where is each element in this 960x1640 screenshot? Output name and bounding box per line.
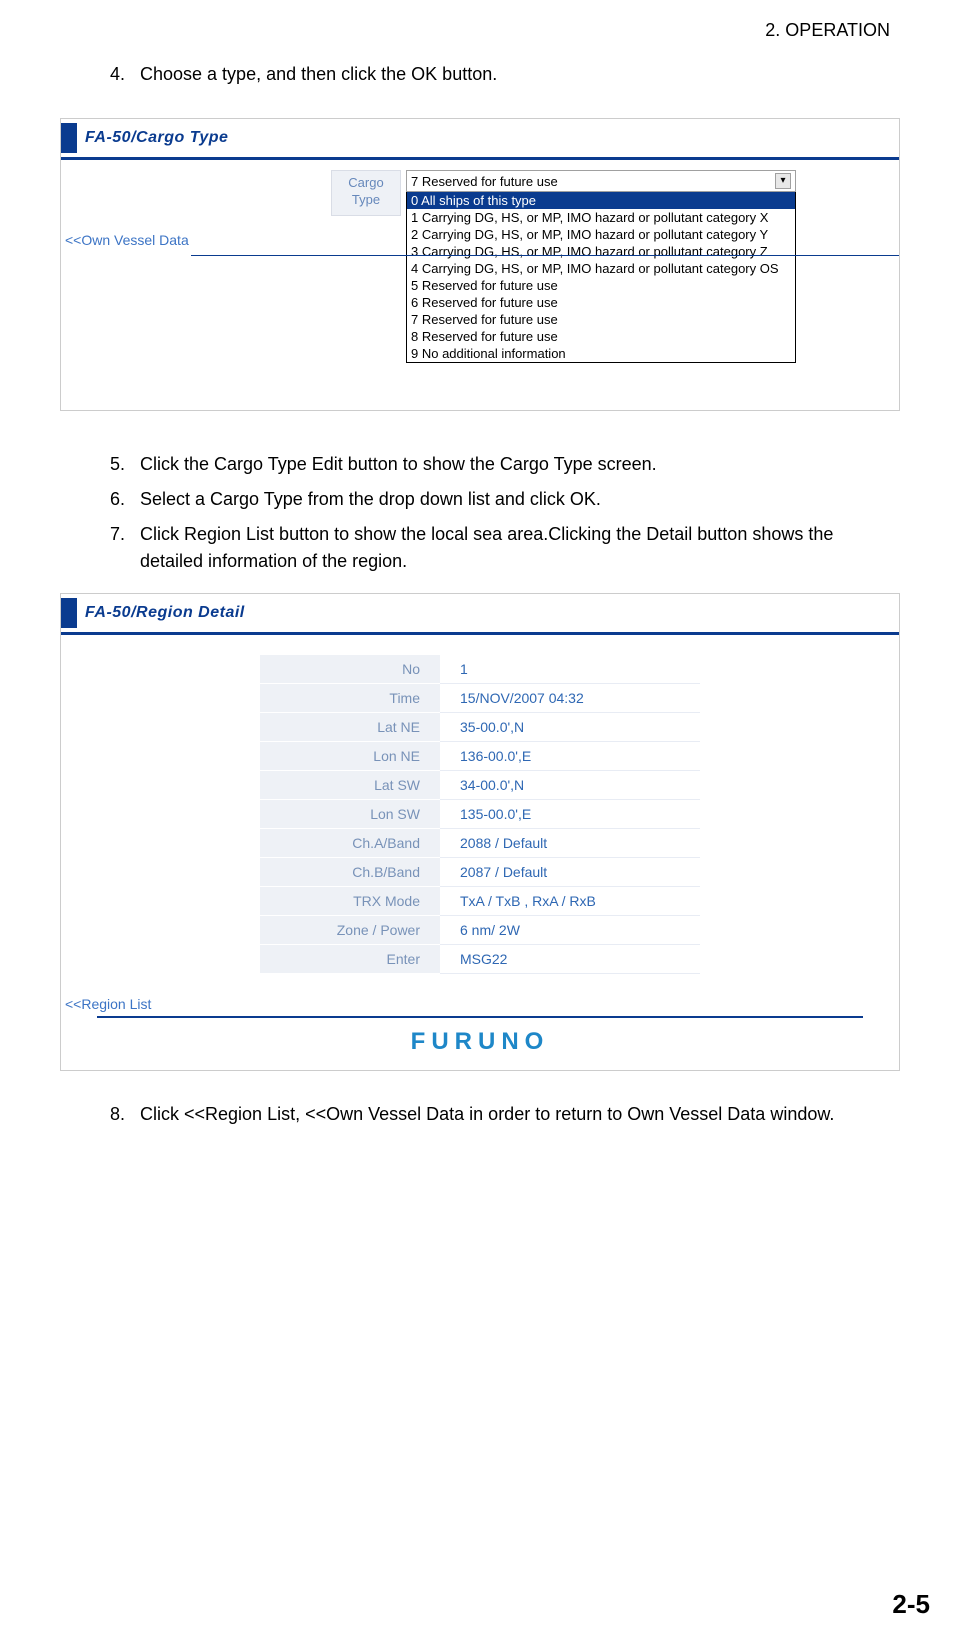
row-value: MSG22: [440, 945, 700, 974]
chevron-down-icon[interactable]: ▾: [775, 173, 791, 189]
row-label: Ch.A/Band: [260, 829, 440, 858]
label-line2: Type: [352, 192, 380, 207]
table-row: Zone / Power6 nm/ 2W: [260, 916, 700, 945]
row-label: Lon NE: [260, 742, 440, 771]
step-5: 5. Click the Cargo Type Edit button to s…: [110, 451, 900, 478]
region-detail-table: No1 Time15/NOV/2007 04:32 Lat NE35-00.0'…: [260, 655, 700, 974]
dropdown-option[interactable]: 5 Reserved for future use: [407, 277, 795, 294]
step-number: 8.: [110, 1101, 140, 1128]
row-value: 2087 / Default: [440, 858, 700, 887]
table-row: Lon SW135-00.0',E: [260, 800, 700, 829]
table-row: Ch.A/Band2088 / Default: [260, 829, 700, 858]
step-number: 7.: [110, 521, 140, 575]
table-row: Lat SW34-00.0',N: [260, 771, 700, 800]
selected-text: 7 Reserved for future use: [411, 174, 558, 189]
row-label: No: [260, 655, 440, 684]
brand-logo: FURUNO: [61, 1028, 899, 1070]
step-text: Select a Cargo Type from the drop down l…: [140, 486, 900, 513]
dropdown-option[interactable]: 9 No additional information: [407, 345, 795, 362]
row-value: 1: [440, 655, 700, 684]
region-list-link[interactable]: <<Region List: [61, 996, 899, 1012]
row-value: 136-00.0',E: [440, 742, 700, 771]
row-label: Lat NE: [260, 713, 440, 742]
dropdown-list: 0 All ships of this type 1 Carrying DG, …: [406, 192, 796, 363]
cargo-type-dropdown[interactable]: 7 Reserved for future use ▾ 0 All ships …: [406, 170, 796, 363]
figure-cargo-type: FA-50/Cargo Type Cargo Type 7 Reserved f…: [60, 118, 900, 411]
divider: [191, 255, 899, 256]
panel-title: FA-50/Cargo Type: [85, 129, 228, 147]
row-value: 34-00.0',N: [440, 771, 700, 800]
row-value: 35-00.0',N: [440, 713, 700, 742]
step-text: Click Region List button to show the loc…: [140, 521, 900, 575]
row-label: TRX Mode: [260, 887, 440, 916]
table-row: EnterMSG22: [260, 945, 700, 974]
step-text: Click the Cargo Type Edit button to show…: [140, 451, 900, 478]
row-label: Time: [260, 684, 440, 713]
step-4: 4. Choose a type, and then click the OK …: [110, 61, 900, 88]
dropdown-option[interactable]: 8 Reserved for future use: [407, 328, 795, 345]
step-number: 6.: [110, 486, 140, 513]
page-number: 2-5: [892, 1589, 930, 1620]
label-line1: Cargo: [348, 175, 383, 190]
table-row: TRX ModeTxA / TxB , RxA / RxB: [260, 887, 700, 916]
row-value: 15/NOV/2007 04:32: [440, 684, 700, 713]
dropdown-option[interactable]: 0 All ships of this type: [407, 192, 795, 209]
dropdown-option[interactable]: 1 Carrying DG, HS, or MP, IMO hazard or …: [407, 209, 795, 226]
row-label: Lat SW: [260, 771, 440, 800]
dropdown-option[interactable]: 3 Carrying DG, HS, or MP, IMO hazard or …: [407, 243, 795, 260]
figure-region-detail: FA-50/Region Detail No1 Time15/NOV/2007 …: [60, 593, 900, 1071]
table-row: Ch.B/Band2087 / Default: [260, 858, 700, 887]
cargo-type-label: Cargo Type: [331, 170, 401, 216]
step-text: Choose a type, and then click the OK but…: [140, 61, 900, 88]
dropdown-option[interactable]: 7 Reserved for future use: [407, 311, 795, 328]
dropdown-option[interactable]: 2 Carrying DG, HS, or MP, IMO hazard or …: [407, 226, 795, 243]
table-row: No1: [260, 655, 700, 684]
step-text: Click <<Region List, <<Own Vessel Data i…: [140, 1101, 900, 1128]
table-row: Lon NE136-00.0',E: [260, 742, 700, 771]
row-value: TxA / TxB , RxA / RxB: [440, 887, 700, 916]
step-8: 8. Click <<Region List, <<Own Vessel Dat…: [110, 1101, 900, 1128]
row-value: 135-00.0',E: [440, 800, 700, 829]
dropdown-option[interactable]: 6 Reserved for future use: [407, 294, 795, 311]
row-label: Zone / Power: [260, 916, 440, 945]
own-vessel-data-link[interactable]: <<Own Vessel Data: [65, 232, 189, 248]
step-7: 7. Click Region List button to show the …: [110, 521, 900, 575]
table-row: Time15/NOV/2007 04:32: [260, 684, 700, 713]
chapter-header: 2. OPERATION: [60, 20, 900, 41]
step-number: 4.: [110, 61, 140, 88]
row-label: Enter: [260, 945, 440, 974]
table-row: Lat NE35-00.0',N: [260, 713, 700, 742]
dropdown-selected[interactable]: 7 Reserved for future use ▾: [406, 170, 796, 192]
dropdown-option[interactable]: 4 Carrying DG, HS, or MP, IMO hazard or …: [407, 260, 795, 277]
divider: [97, 1016, 863, 1018]
title-block-icon: [61, 598, 77, 628]
row-label: Ch.B/Band: [260, 858, 440, 887]
step-number: 5.: [110, 451, 140, 478]
title-block-icon: [61, 123, 77, 153]
step-6: 6. Select a Cargo Type from the drop dow…: [110, 486, 900, 513]
row-value: 2088 / Default: [440, 829, 700, 858]
row-label: Lon SW: [260, 800, 440, 829]
panel-title: FA-50/Region Detail: [85, 604, 245, 622]
row-value: 6 nm/ 2W: [440, 916, 700, 945]
